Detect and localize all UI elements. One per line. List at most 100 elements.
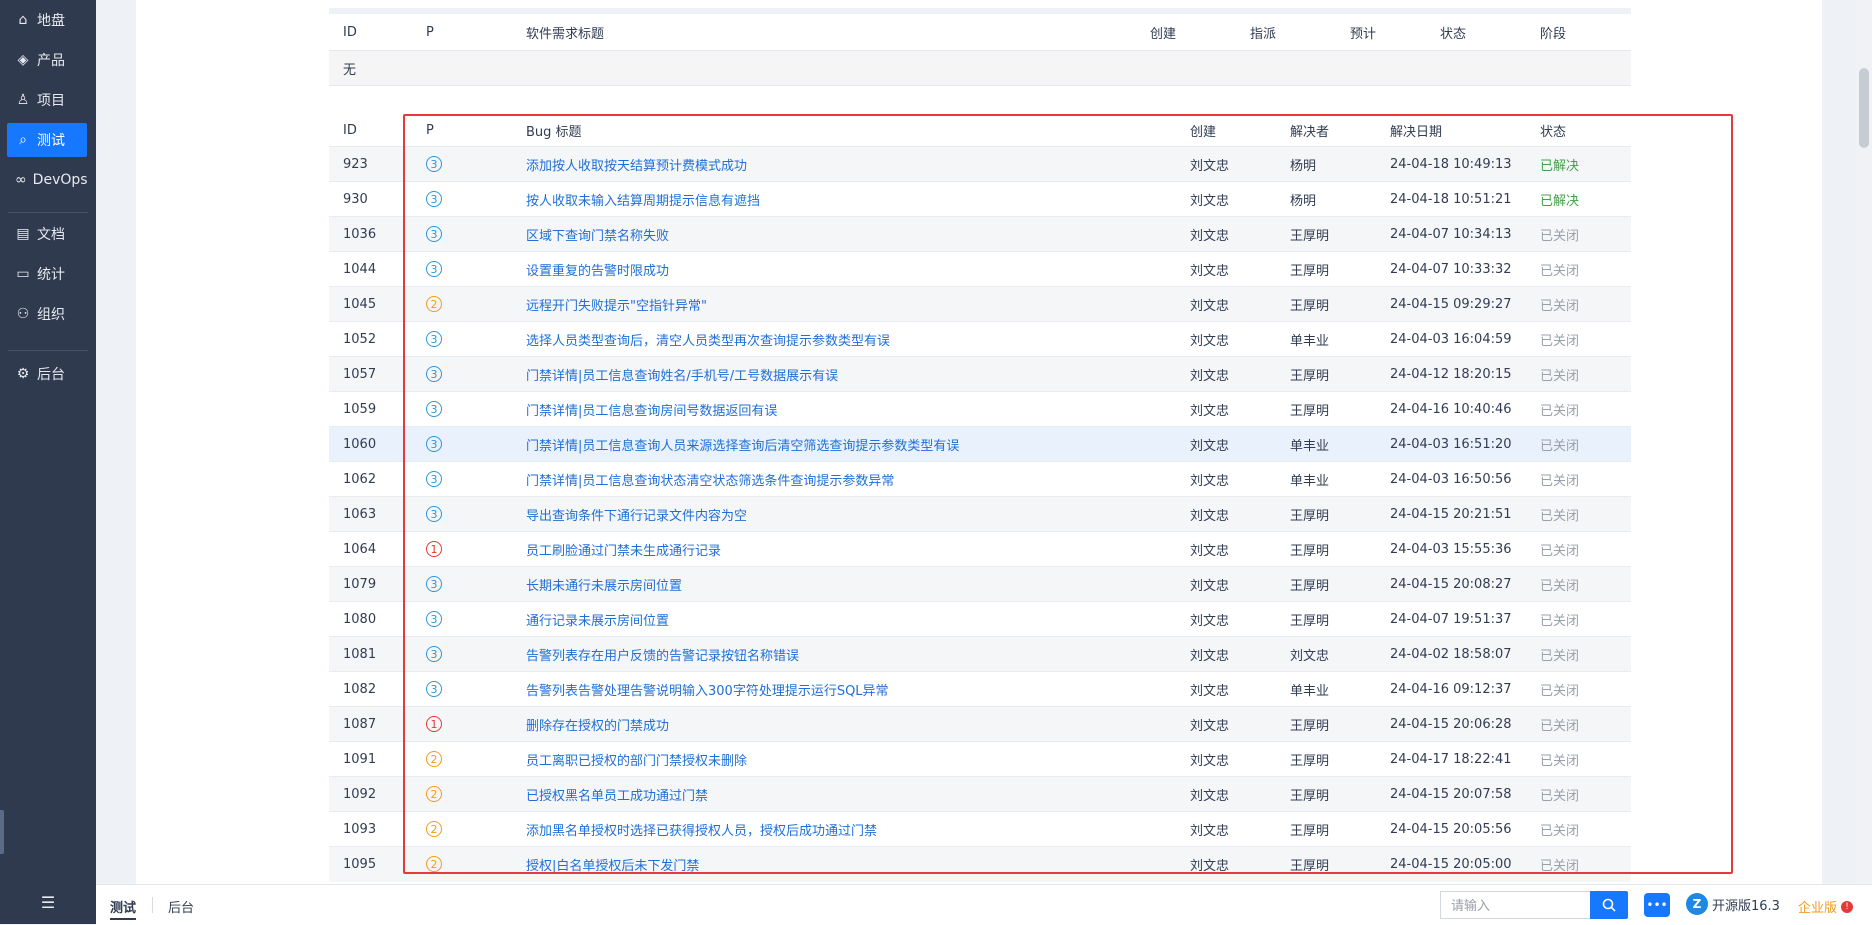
- bug-title-link[interactable]: 员工刷脸通过门禁未生成通行记录: [526, 544, 721, 559]
- priority-badge: 3: [426, 261, 442, 277]
- sidebar-item-7[interactable]: ⚇ 组织: [7, 297, 87, 331]
- bug-title-link[interactable]: 员工离职已授权的部门门禁授权未删除: [526, 754, 747, 769]
- sidebar-item-label: DevOps: [32, 172, 88, 188]
- search-button[interactable]: [1590, 891, 1628, 919]
- bug-title-link[interactable]: 导出查询条件下通行记录文件内容为空: [526, 509, 747, 524]
- req-header-cell[interactable]: ID: [329, 14, 412, 51]
- bug-header-cell[interactable]: ID: [329, 114, 412, 147]
- bug-creator: 刘文忠: [1190, 158, 1230, 174]
- table-row[interactable]: 1062 3 门禁详情|员工信息查询状态清空状态筛选条件查询提示参数异常 刘文忠 单丰业…: [329, 461, 1631, 497]
- bug-resolved-date: 24-04-15 09:29:27: [1390, 296, 1512, 312]
- sidebar-item-4[interactable]: ∞ DevOps: [7, 163, 88, 197]
- req-header-cell[interactable]: 状态: [1426, 14, 1526, 51]
- bug-header-cell[interactable]: P: [412, 114, 512, 147]
- table-row[interactable]: 1052 3 选择人员类型查询后，清空人员类型再次查询提示参数类型有误 刘文忠 单丰业 2…: [329, 321, 1631, 357]
- req-header-cell[interactable]: 预计: [1336, 14, 1426, 51]
- search-input[interactable]: [1440, 891, 1590, 919]
- table-row[interactable]: 1064 1 员工刷脸通过门禁未生成通行记录 刘文忠 王厚明 24-04-03 15:55…: [329, 531, 1631, 567]
- bug-title-link[interactable]: 门禁详情|员工信息查询房间号数据返回有误: [526, 404, 777, 419]
- sidebar-item-8[interactable]: ⚙ 后台: [7, 357, 87, 391]
- bug-title-link[interactable]: 已授权黑名单员工成功通过门禁: [526, 789, 708, 804]
- table-row[interactable]: 1081 3 告警列表存在用户反馈的告警记录按钮名称错误 刘文忠 刘文忠 24-04-02…: [329, 636, 1631, 672]
- footer-tab-admin[interactable]: 后台: [168, 897, 194, 916]
- table-row[interactable]: 923 3 添加按人收取按天结算预计费模式成功 刘文忠 杨明 24-04-18 10:49…: [329, 146, 1631, 182]
- sidebar-item-3[interactable]: ⌕ 测试: [7, 123, 87, 157]
- sidebar-resize-handle[interactable]: [0, 810, 4, 854]
- chat-button[interactable]: •••: [1644, 893, 1670, 917]
- req-header-cell[interactable]: 软件需求标题: [512, 14, 1136, 51]
- table-row[interactable]: 1080 3 通行记录未展示房间位置 刘文忠 王厚明 24-04-07 19:51:37 已…: [329, 601, 1631, 637]
- footer-tab-test[interactable]: 测试: [110, 897, 137, 920]
- bug-id: 1087: [343, 716, 377, 732]
- bug-creator: 刘文忠: [1190, 403, 1230, 419]
- table-row[interactable]: 1082 3 告警列表告警处理告警说明输入300字符处理提示运行SQL异常 刘文忠 单丰…: [329, 671, 1631, 707]
- zentao-logo-icon: Z: [1686, 893, 1708, 915]
- bug-title-link[interactable]: 添加黑名单授权时选择已获得授权人员，授权后成功通过门禁: [526, 824, 877, 839]
- bug-title-link[interactable]: 按人收取未输入结算周期提示信息有遮挡: [526, 194, 760, 209]
- bug-id: 1082: [343, 681, 377, 697]
- sidebar-item-5[interactable]: ▤ 文档: [7, 217, 87, 251]
- home-icon: ⌂: [18, 12, 28, 28]
- table-row[interactable]: 1036 3 区域下查询门禁名称失败 刘文忠 王厚明 24-04-07 10:34:13 已…: [329, 216, 1631, 252]
- bug-title-link[interactable]: 通行记录未展示房间位置: [526, 614, 669, 629]
- bug-title-link[interactable]: 添加按人收取按天结算预计费模式成功: [526, 159, 747, 174]
- table-row[interactable]: 1060 3 门禁详情|员工信息查询人员来源选择查询后清空筛选查询提示参数类型有误 刘…: [329, 426, 1631, 462]
- bug-header-cell[interactable]: 解决日期: [1376, 114, 1526, 147]
- bug-id: 1091: [343, 751, 377, 767]
- bug-resolver: 王厚明: [1290, 228, 1330, 244]
- bug-resolver: 王厚明: [1290, 823, 1330, 839]
- table-row[interactable]: 1079 3 长期未通行未展示房间位置 刘文忠 王厚明 24-04-15 20:08:27…: [329, 566, 1631, 602]
- bug-title-link[interactable]: 门禁详情|员工信息查询人员来源选择查询后清空筛选查询提示参数类型有误: [526, 439, 959, 454]
- bug-title-link[interactable]: 告警列表存在用户反馈的告警记录按钮名称错误: [526, 649, 799, 664]
- bug-header-cell[interactable]: 创建: [1176, 114, 1276, 147]
- bug-title-link[interactable]: 删除存在授权的门禁成功: [526, 719, 669, 734]
- sidebar-item-0[interactable]: ⌂ 地盘: [7, 3, 87, 37]
- bug-title-link[interactable]: 区域下查询门禁名称失败: [526, 229, 669, 244]
- bug-title-link[interactable]: 远程开门失败提示"空指针异常": [526, 299, 707, 314]
- bug-resolver: 王厚明: [1290, 578, 1330, 594]
- table-row[interactable]: 1057 3 门禁详情|员工信息查询姓名/手机号/工号数据展示有误 刘文忠 王厚明 24-…: [329, 356, 1631, 392]
- enterprise-link[interactable]: 企业版 !: [1798, 897, 1854, 916]
- menu-toggle-icon[interactable]: ☰: [38, 893, 58, 912]
- bug-header-cell[interactable]: 解决者: [1276, 114, 1376, 147]
- table-row[interactable]: 1045 2 远程开门失败提示"空指针异常" 刘文忠 王厚明 24-04-15 09:29…: [329, 286, 1631, 322]
- bug-header-cell[interactable]: 状态: [1526, 114, 1631, 147]
- version-info[interactable]: Z 开源版16.3: [1686, 893, 1780, 915]
- bug-id: 1092: [343, 786, 377, 802]
- bug-title-link[interactable]: 授权|白名单授权后未下发门禁: [526, 859, 699, 874]
- table-row[interactable]: 1093 2 添加黑名单授权时选择已获得授权人员，授权后成功通过门禁 刘文忠 王厚明 24…: [329, 811, 1631, 847]
- table-row[interactable]: 1059 3 门禁详情|员工信息查询房间号数据返回有误 刘文忠 王厚明 24-04-16 …: [329, 391, 1631, 427]
- bug-header-cell[interactable]: Bug 标题: [512, 114, 1176, 147]
- req-header-cell[interactable]: 阶段: [1526, 14, 1631, 51]
- req-header-cell[interactable]: 创建: [1136, 14, 1236, 51]
- table-row[interactable]: 1091 2 员工离职已授权的部门门禁授权未删除 刘文忠 王厚明 24-04-17 18:…: [329, 741, 1631, 777]
- bug-resolved-date: 24-04-15 20:07:58: [1390, 786, 1512, 802]
- bug-title-link[interactable]: 门禁详情|员工信息查询状态清空状态筛选条件查询提示参数异常: [526, 474, 894, 489]
- table-row[interactable]: 1095 2 授权|白名单授权后未下发门禁 刘文忠 王厚明 24-04-15 20:05:…: [329, 846, 1631, 882]
- bug-title-link[interactable]: 门禁详情|员工信息查询姓名/手机号/工号数据展示有误: [526, 369, 838, 384]
- status-badge: 已关闭: [1540, 403, 1580, 419]
- bug-resolved-date: 24-04-17 18:22:41: [1390, 751, 1512, 767]
- priority-badge: 3: [426, 576, 442, 592]
- sidebar-item-6[interactable]: ▭ 统计: [7, 257, 87, 291]
- table-row[interactable]: 1092 2 已授权黑名单员工成功通过门禁 刘文忠 王厚明 24-04-15 20:07:…: [329, 776, 1631, 812]
- table-row[interactable]: 1044 3 设置重复的告警时限成功 刘文忠 王厚明 24-04-07 10:33:32 已…: [329, 251, 1631, 287]
- bug-resolved-date: 24-04-07 10:33:32: [1390, 261, 1512, 277]
- scrollbar-thumb[interactable]: [1859, 68, 1869, 148]
- bug-creator: 刘文忠: [1190, 613, 1230, 629]
- sidebar-item-1[interactable]: ◈ 产品: [7, 43, 87, 77]
- table-row[interactable]: 1087 1 删除存在授权的门禁成功 刘文忠 王厚明 24-04-15 20:06:28 已…: [329, 706, 1631, 742]
- status-badge: 已关闭: [1540, 543, 1580, 559]
- bug-title-link[interactable]: 设置重复的告警时限成功: [526, 264, 669, 279]
- req-header-cell[interactable]: 指派: [1236, 14, 1336, 51]
- bug-id: 1063: [343, 506, 377, 522]
- table-row[interactable]: 930 3 按人收取未输入结算周期提示信息有遮挡 刘文忠 杨明 24-04-18 10:5…: [329, 181, 1631, 217]
- req-header-cell[interactable]: P: [412, 14, 512, 51]
- sidebar-item-2[interactable]: ♙ 项目: [7, 83, 87, 117]
- bug-resolved-date: 24-04-18 10:51:21: [1390, 191, 1512, 207]
- bug-title-link[interactable]: 选择人员类型查询后，清空人员类型再次查询提示参数类型有误: [526, 334, 890, 349]
- bug-title-link[interactable]: 告警列表告警处理告警说明输入300字符处理提示运行SQL异常: [526, 684, 889, 699]
- scrollbar[interactable]: [1856, 0, 1872, 884]
- table-row[interactable]: 1063 3 导出查询条件下通行记录文件内容为空 刘文忠 王厚明 24-04-15 20:…: [329, 496, 1631, 532]
- bug-title-link[interactable]: 长期未通行未展示房间位置: [526, 579, 682, 594]
